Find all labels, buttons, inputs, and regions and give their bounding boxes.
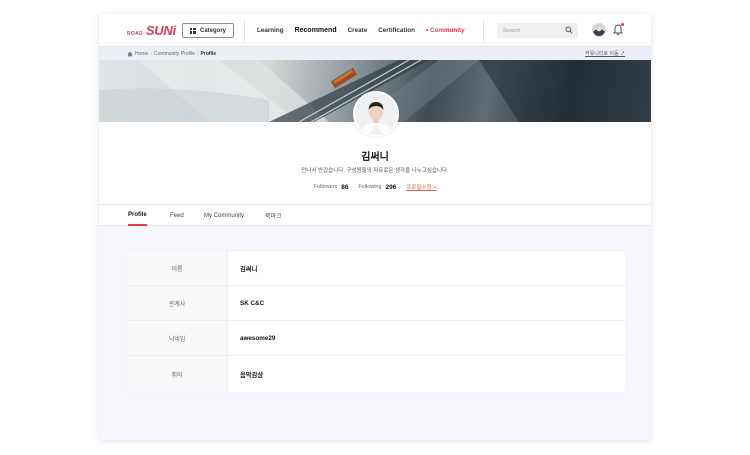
search-placeholder: Search <box>503 27 521 34</box>
profile-name: 김써니 <box>361 152 389 163</box>
top-header: ROAD SUNi Category Learning Recommend Cr… <box>99 14 651 47</box>
followers-count[interactable]: 86 <box>341 184 348 191</box>
followers-label: Followers <box>313 184 338 190</box>
nav-recommend[interactable]: Recommend <box>295 27 337 34</box>
tab-my-community[interactable]: My Community <box>204 205 244 226</box>
profile-tabs: Profile Feed My Community 북마크 <box>99 204 651 226</box>
profile-photo <box>355 93 397 135</box>
info-row-company: 관계사 SK C&C <box>127 286 625 321</box>
profile-intro: 만나서 반갑습니다. 구성원들의 자유로운 생각을 나누고싶습니다. <box>301 168 449 174</box>
info-row-nickname: 닉네임 awesome29 <box>127 321 625 356</box>
stats-separator: · <box>352 184 355 190</box>
nav-create[interactable]: Create <box>348 27 368 34</box>
header-divider <box>483 20 484 42</box>
tab-feed[interactable]: Feed <box>170 205 184 226</box>
following-label: Following <box>358 184 382 190</box>
main-nav: Learning Recommend Create Certification … <box>257 14 465 47</box>
tab-profile[interactable]: Profile <box>128 205 147 226</box>
go-community-link[interactable]: 커뮤니티로 이동 ↗ <box>585 50 625 57</box>
breadcrumb-home[interactable]: Home <box>135 51 148 57</box>
notification-button[interactable] <box>612 23 624 37</box>
search-input[interactable]: Search <box>497 23 578 38</box>
info-value: awesome29 <box>240 334 276 342</box>
notification-dot <box>621 23 624 26</box>
tab-bookmark[interactable]: 북마크 <box>265 205 282 226</box>
breadcrumb: Home › Community Profile › Profile 커뮤니티로… <box>99 47 651 60</box>
category-label: Category <box>199 27 226 34</box>
breadcrumb-community-profile[interactable]: Community Profile <box>154 51 195 57</box>
info-key: 닉네임 <box>127 321 228 355</box>
info-key: 이름 <box>127 251 228 285</box>
info-value: 김써니 <box>240 265 258 273</box>
header-divider <box>244 20 245 42</box>
breadcrumb-separator: › <box>196 50 199 57</box>
category-button[interactable]: Category <box>182 23 234 38</box>
info-key: 취미 <box>127 356 228 392</box>
nav-learning[interactable]: Learning <box>257 27 284 34</box>
logo[interactable]: ROAD SUNi <box>127 23 176 38</box>
stats-separator: · <box>400 184 403 190</box>
profile-info-table: 이름 김써니 관계사 SK C&C 닉네임 awesome29 취미 음악감상 <box>127 251 625 392</box>
info-value: 음악감상 <box>240 371 264 379</box>
user-avatar[interactable] <box>592 23 606 37</box>
app-window: ROAD SUNi Category Learning Recommend Cr… <box>99 14 651 440</box>
nav-community[interactable]: • Community <box>426 27 465 34</box>
nav-certification[interactable]: Certification <box>378 27 415 34</box>
breadcrumb-separator: › <box>150 50 153 57</box>
following-count[interactable]: 296 <box>386 184 397 191</box>
info-row-name: 이름 김써니 <box>127 251 625 286</box>
breadcrumb-current: Profile <box>200 50 217 57</box>
search-icon[interactable] <box>565 26 573 34</box>
info-value: SK C&C <box>240 299 265 307</box>
logo-prefix: ROAD <box>127 31 143 37</box>
info-key: 관계사 <box>127 286 228 320</box>
info-row-hobby: 취미 음악감상 <box>127 356 625 392</box>
logo-text: SUNi <box>145 23 176 38</box>
follow-stats: Followers 86 · Following 296 · 프로필수정 > <box>99 183 651 192</box>
home-icon <box>127 51 133 56</box>
grid-icon <box>189 27 196 34</box>
profile-avatar <box>353 91 399 137</box>
edit-profile-link[interactable]: 프로필수정 > <box>406 183 436 191</box>
nav-community-label: Community <box>429 27 465 34</box>
